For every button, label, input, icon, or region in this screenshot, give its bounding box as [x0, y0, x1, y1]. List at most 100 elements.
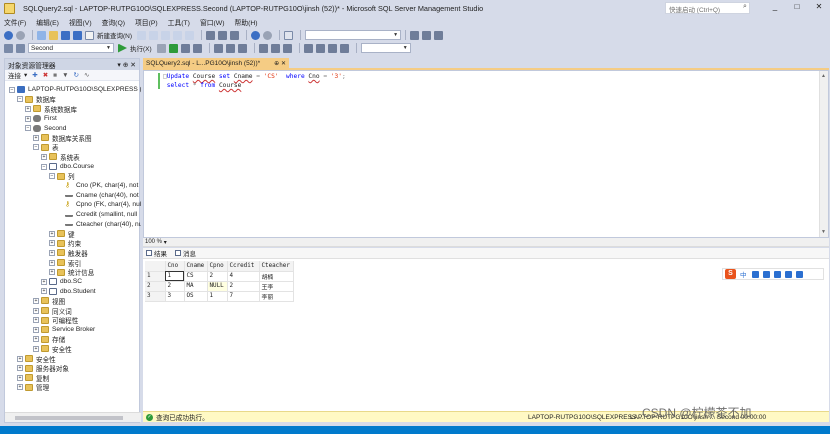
zoom-combo[interactable]: 100 % ▾ [145, 239, 167, 246]
results-to-text-icon[interactable] [258, 43, 268, 53]
horizontal-scrollbar[interactable] [5, 412, 141, 422]
tree-node[interactable]: + 服务器对象 [17, 363, 69, 373]
expand-icon[interactable]: + [33, 307, 39, 314]
activity-monitor-icon[interactable]: ∿ [84, 71, 89, 79]
grid-cell[interactable]: 李丽 [259, 291, 294, 302]
cancel-query-icon[interactable] [156, 43, 166, 53]
expand-icon[interactable]: + [17, 384, 23, 391]
undo-icon[interactable] [251, 30, 261, 40]
expand-icon[interactable]: + [41, 153, 47, 160]
menu-window[interactable]: 窗口(W) [200, 17, 225, 27]
tree-node[interactable]: + First [25, 114, 57, 124]
table-row[interactable]: 2 2 MA NULL 2 王李 [145, 281, 294, 292]
tree-node[interactable]: + 键 [49, 229, 75, 239]
expand-icon[interactable]: + [49, 240, 55, 247]
grid-cell[interactable]: MA [184, 281, 208, 292]
pin-icon[interactable]: ⊕ [274, 61, 279, 67]
collapse-icon[interactable]: − [41, 163, 47, 170]
connect-dropdown-icon[interactable]: ▾ [24, 71, 27, 79]
results-to-grid-icon[interactable] [270, 43, 280, 53]
tree-node[interactable]: + Service Broker [33, 325, 95, 335]
copy-icon[interactable] [218, 30, 228, 40]
expand-icon[interactable]: + [33, 345, 39, 352]
database-engine-query-icon[interactable] [137, 30, 147, 40]
tree-node[interactable]: + 安全性 [33, 344, 72, 354]
expand-icon[interactable]: + [25, 115, 31, 122]
menu-edit[interactable]: 编辑(E) [36, 17, 59, 27]
tree-node[interactable]: Cteacher (char(40), nu [57, 219, 141, 229]
scrollbar-thumb[interactable] [15, 416, 123, 420]
code-line-1[interactable]: □Update Course set Cname = 'CS' where Cn… [163, 73, 346, 80]
table-row[interactable]: 1 1 CS 2 4 胡楠 [145, 271, 294, 282]
sogou-logo-icon[interactable]: S [725, 269, 736, 279]
tree-node[interactable]: + 同义词 [33, 306, 72, 316]
tree-node[interactable]: − 数据库 [17, 95, 56, 104]
mdx-query-icon[interactable] [161, 30, 171, 40]
column-header[interactable]: Cno [165, 261, 185, 272]
template-icon[interactable] [434, 30, 444, 40]
collapse-icon[interactable]: − [25, 125, 31, 132]
grid-cell[interactable]: 4 [227, 271, 260, 282]
include-plan-icon[interactable] [213, 43, 223, 53]
find-combo[interactable]: ▼ [305, 30, 402, 40]
close-button[interactable]: ✕ [808, 2, 830, 14]
scroll-down-icon[interactable]: ▼ [821, 229, 826, 235]
tree-node[interactable]: + 安全性 [17, 354, 56, 364]
column-header[interactable]: Ccredit [227, 261, 260, 272]
expand-icon[interactable]: + [49, 269, 55, 276]
live-stats-icon[interactable] [225, 43, 235, 53]
tree-node[interactable]: + 触发器 [49, 248, 88, 258]
query-designer-icon[interactable] [192, 43, 202, 53]
stop-icon[interactable]: ■ [53, 72, 57, 79]
row-number[interactable]: 2 [145, 281, 166, 292]
grid-cell[interactable]: 7 [227, 291, 260, 302]
expand-icon[interactable]: + [41, 278, 47, 285]
menu-query[interactable]: 查询(Q) [102, 17, 125, 27]
menu-project[interactable]: 项目(P) [135, 17, 158, 27]
grid-cell[interactable]: 2 [227, 281, 260, 292]
grid-cell[interactable]: 胡楠 [259, 271, 294, 282]
skin-icon[interactable] [784, 270, 792, 278]
expand-icon[interactable]: + [33, 134, 39, 141]
results-to-file-icon[interactable] [282, 43, 292, 53]
ime-language-toggle[interactable]: 中 [740, 269, 747, 279]
dmx-query-icon[interactable] [173, 30, 183, 40]
tree-node[interactable]: + 存储 [33, 335, 65, 344]
search-icon[interactable]: ⌕ [743, 3, 747, 11]
grid-cell-null[interactable]: NULL [207, 281, 228, 292]
grid-cell[interactable]: OS [184, 291, 208, 302]
execute-icon[interactable] [118, 43, 127, 53]
expand-icon[interactable]: + [17, 365, 23, 372]
close-icon[interactable]: ✕ [281, 61, 286, 67]
tree-node[interactable]: Cname (char(40), not [57, 191, 139, 201]
connect-button[interactable]: 连接 [8, 70, 21, 80]
open-file-icon[interactable] [49, 30, 58, 40]
expand-icon[interactable]: + [49, 249, 55, 256]
connect-server-icon[interactable]: ✚ [32, 71, 37, 79]
decrease-indent-icon[interactable] [327, 43, 337, 53]
refresh-icon[interactable]: ↻ [74, 71, 79, 79]
tree-node[interactable]: Ccredit (smallint, null [57, 210, 137, 220]
estimated-plan-icon[interactable] [180, 43, 190, 53]
tree-node[interactable]: − 表 [33, 143, 59, 152]
tree-node[interactable]: + 索引 [49, 258, 81, 268]
grid-cell[interactable]: 3 [165, 291, 185, 302]
xmla-query-icon[interactable] [185, 30, 195, 40]
tree-node[interactable]: + dbo.SC [41, 277, 82, 287]
menu-tools[interactable]: 工具(T) [168, 17, 190, 27]
expand-icon[interactable]: + [49, 259, 55, 266]
query-editor[interactable]: □Update Course set Cname = 'CS' where Cn… [143, 70, 829, 238]
expand-icon[interactable]: + [33, 326, 39, 333]
row-number[interactable]: 3 [145, 291, 166, 302]
save-all-icon[interactable] [73, 30, 82, 40]
disconnect-icon[interactable]: ✖ [43, 71, 48, 79]
menu-file[interactable]: 文件(F) [4, 17, 26, 27]
expand-icon[interactable]: + [33, 297, 39, 304]
filter-icon[interactable]: ▼ [62, 72, 68, 79]
tree-node[interactable]: + 视图 [33, 296, 65, 306]
tree-node[interactable]: − dbo.Course [41, 162, 94, 172]
new-query-button[interactable]: 新建查询(N) [97, 30, 132, 40]
tab-messages[interactable]: 消息 [175, 248, 196, 258]
tree-node[interactable]: + 可编程性 [33, 315, 78, 325]
microphone-icon[interactable] [762, 270, 770, 278]
